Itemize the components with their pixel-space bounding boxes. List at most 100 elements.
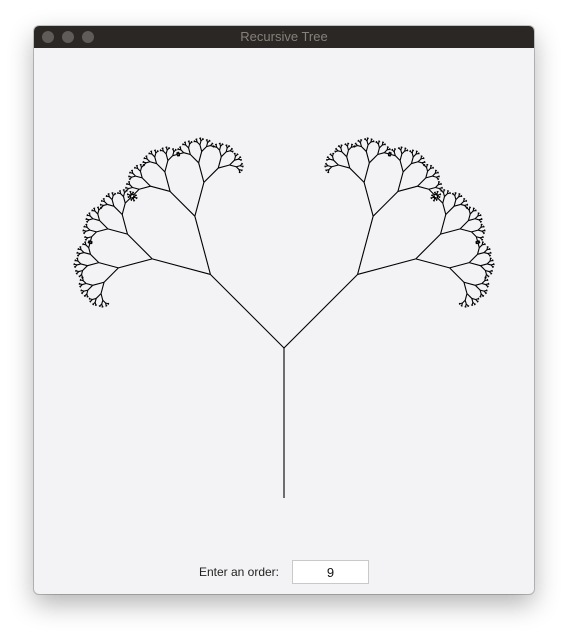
tree-branch — [176, 151, 179, 154]
tree-branch — [82, 229, 85, 231]
tree-branch — [152, 258, 211, 275]
tree-branch — [427, 168, 431, 172]
tree-branch — [217, 156, 222, 169]
tree-branch — [479, 295, 481, 298]
tree-branch — [86, 218, 90, 221]
tree-branch — [129, 171, 131, 174]
tree-branch — [478, 212, 480, 215]
tree-branch — [428, 186, 436, 190]
tree-branch — [464, 205, 467, 208]
tree-branch — [357, 258, 416, 275]
tree-branch — [122, 192, 126, 197]
tree-branch — [471, 231, 477, 238]
tree-branch — [182, 143, 184, 145]
tree-branch — [327, 171, 329, 174]
tree-branch — [188, 143, 191, 149]
tree-branch — [432, 175, 437, 178]
tree-branch — [467, 213, 471, 221]
tree-branch — [361, 146, 367, 152]
tree-branch — [80, 289, 83, 291]
tree-branch — [397, 185, 418, 192]
tree-branch — [453, 203, 461, 207]
tree-branch — [85, 224, 88, 228]
tree-branch — [88, 243, 91, 248]
tree-branch — [478, 244, 483, 249]
tree-branch — [199, 144, 203, 152]
tree-branch — [82, 265, 88, 271]
tree-branch — [453, 199, 457, 207]
tree-branch — [442, 190, 445, 193]
tree-branch — [150, 185, 171, 192]
tree-branch — [141, 177, 151, 187]
tree-branch — [365, 151, 370, 163]
order-input[interactable] — [292, 560, 370, 584]
tree-branch — [164, 171, 171, 192]
tree-branch — [477, 214, 481, 217]
title-bar[interactable]: Recursive Tree — [34, 26, 534, 48]
tree-branch — [463, 200, 466, 203]
tree-branch — [77, 260, 82, 265]
tree-branch — [188, 147, 191, 155]
tree-branch — [355, 143, 359, 146]
tree-branch — [475, 299, 478, 302]
tree-branch — [366, 138, 369, 142]
tree-branch — [486, 248, 490, 251]
tree-branch — [472, 210, 476, 212]
tree-branch — [128, 193, 131, 196]
tree-branch — [82, 243, 85, 245]
tree-branch — [404, 147, 407, 150]
tree-branch — [436, 192, 439, 195]
tree-branch — [420, 157, 424, 160]
tree-branch — [471, 302, 474, 305]
zoom-button[interactable] — [82, 31, 94, 43]
tree-branch — [146, 156, 148, 160]
tree-branch — [481, 223, 483, 226]
tree-branch — [165, 153, 169, 161]
tree-branch — [417, 185, 430, 190]
tree-branch — [200, 139, 203, 142]
tree-branch — [487, 253, 490, 256]
tree-branch — [341, 144, 343, 147]
tree-branch — [95, 293, 102, 299]
tree-branch — [131, 170, 134, 174]
tree-branch — [480, 263, 488, 267]
tree-branch — [84, 235, 87, 238]
tree-branch — [400, 147, 402, 151]
tree-branch — [368, 154, 379, 164]
tree-branch — [412, 153, 417, 158]
tree-branch — [332, 152, 335, 155]
tree-branch — [85, 236, 88, 239]
tree-branch — [76, 258, 79, 262]
tree-branch — [105, 194, 108, 197]
tree-branch — [410, 156, 414, 164]
tree-branch — [105, 302, 107, 306]
tree-branch — [107, 228, 128, 235]
tree-branch — [80, 249, 85, 253]
tree-branch — [164, 160, 169, 173]
tree-branch — [466, 293, 473, 299]
tree-branch — [490, 257, 492, 260]
tree-canvas — [73, 137, 495, 498]
tree-branch — [133, 188, 140, 195]
tree-branch — [166, 148, 170, 151]
tree-branch — [199, 140, 202, 145]
tree-branch — [124, 190, 127, 194]
tree-branch — [121, 214, 128, 235]
minimize-button[interactable] — [62, 31, 74, 43]
tree-branch — [459, 228, 472, 233]
tree-branch — [177, 147, 180, 150]
tree-branch — [421, 162, 424, 165]
tree-branch — [77, 247, 80, 250]
tree-branch — [449, 262, 470, 269]
tree-branch — [134, 166, 136, 169]
tree-branch — [363, 162, 370, 183]
tree-branch — [239, 165, 243, 167]
tree-branch — [415, 258, 450, 269]
tree-branch — [412, 149, 415, 152]
close-button[interactable] — [42, 31, 54, 43]
tree-branch — [229, 164, 237, 168]
tree-branch — [238, 169, 241, 172]
tree-branch — [104, 201, 108, 205]
tree-branch — [471, 229, 479, 233]
tree-branch — [92, 281, 105, 286]
